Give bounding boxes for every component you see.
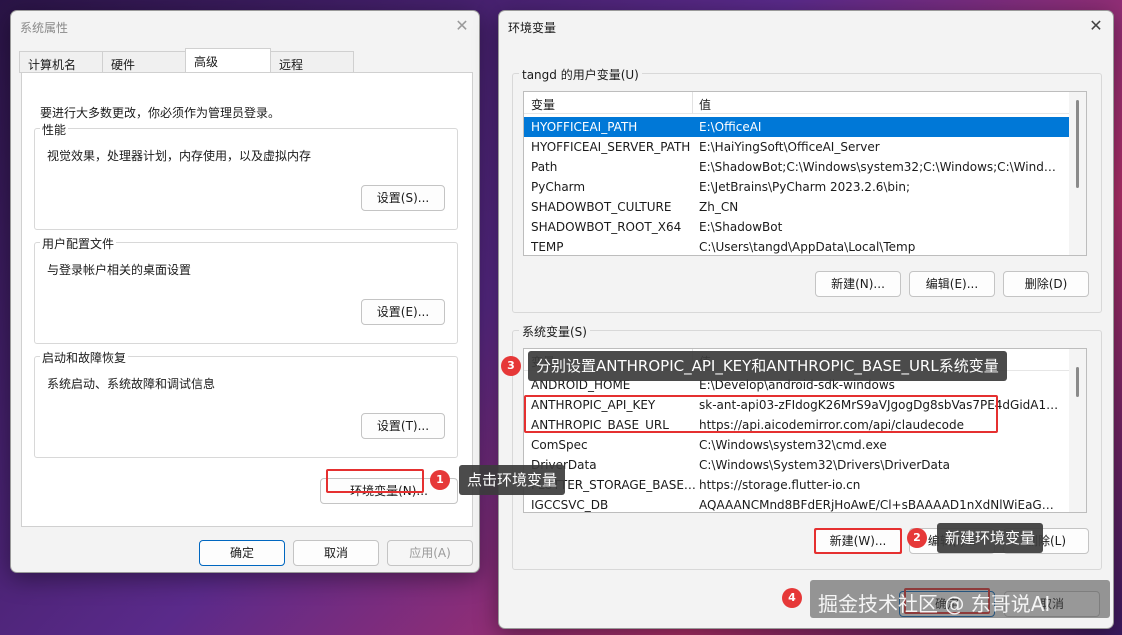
admin-notice: 要进行大多数更改，你必须作为管理员登录。 <box>40 106 281 120</box>
tab-hardware[interactable]: 硬件 <box>102 51 186 73</box>
table-row[interactable]: SHADOWBOT_CULTURE Zh_CN <box>524 197 1069 217</box>
column-variable[interactable]: 变量 <box>531 96 555 113</box>
title-bar: 环境变量 ✕ <box>499 11 1113 41</box>
column-value[interactable]: 值 <box>699 96 711 113</box>
variable-name: ANTHROPIC_BASE_URL <box>531 418 669 432</box>
user-profile-settings-button[interactable]: 设置(E)... <box>361 299 445 325</box>
variable-name: HYOFFICEAI_PATH <box>531 120 638 134</box>
table-row[interactable]: ANTHROPIC_API_KEY sk-ant-api03-zFIdogK26M… <box>524 395 1069 415</box>
variable-value: E:\ShadowBot;C:\Windows\system32;C:\Wind… <box>699 160 1061 174</box>
variable-value: https://api.aicodemirror.com/api/claudec… <box>699 418 965 432</box>
table-row[interactable]: FLUTTER_STORAGE_BASE_... https://storage.… <box>524 475 1069 495</box>
user-profile-desc: 与登录帐户相关的桌面设置 <box>47 263 192 277</box>
performance-desc: 视觉效果，处理器计划，内存使用，以及虚拟内存 <box>47 149 312 163</box>
table-row[interactable]: IGCCSVC_DB AQAAANCMnd8BFdERjHoAwE/Cl+sBAA… <box>524 495 1069 512</box>
variable-name: SHADOWBOT_ROOT_X64 <box>531 220 682 234</box>
table-row[interactable]: ANTHROPIC_BASE_URL https://api.aicodemirr… <box>524 415 1069 435</box>
user-new-button[interactable]: 新建(N)... <box>815 271 901 297</box>
dialog-title: 环境变量 <box>508 21 557 35</box>
apply-button[interactable]: 应用(A) <box>387 540 473 566</box>
variable-name: ANTHROPIC_API_KEY <box>531 398 656 412</box>
tab-computer-name[interactable]: 计算机名 <box>19 51 103 73</box>
performance-group: 性能 视觉效果，处理器计划，内存使用，以及虚拟内存 设置(S)... <box>34 121 458 230</box>
scrollbar[interactable] <box>1069 92 1086 255</box>
variable-value: E:\JetBrains\PyCharm 2023.2.6\bin; <box>699 180 911 194</box>
scrollbar[interactable] <box>1069 349 1086 512</box>
user-variable-rows: HYOFFICEAI_PATH E:\OfficeAI HYOFFICEAI_SER… <box>524 117 1069 255</box>
table-row[interactable]: HYOFFICEAI_PATH E:\OfficeAI <box>524 117 1069 137</box>
user-variables-group: tangd 的用户变量(U) 变量 值 HYOFFICEAI_PATH E:\Of… <box>512 66 1102 313</box>
variable-value: AQAAANCMnd8BFdERjHoAwE/Cl+sBAAAAD1nXdNlW… <box>699 498 1061 512</box>
step-1-callout: 点击环境变量 <box>459 465 566 495</box>
table-row[interactable]: DriverDataC:\Windows\System32\Drivers\Dr… <box>524 455 1069 475</box>
performance-label: 性能 <box>40 121 69 138</box>
ok-button[interactable]: 确定 <box>199 540 285 566</box>
tab-advanced[interactable]: 高级 <box>185 48 271 74</box>
step-2-badge: 2 <box>907 528 927 548</box>
variable-value: sk-ant-api03-zFIdogK26MrS9aVJgogDg8sbVas… <box>699 398 1061 412</box>
variable-name: Path <box>531 160 558 174</box>
table-row[interactable]: HYOFFICEAI_SERVER_PATH E:\HaiYingSoft\Off… <box>524 137 1069 157</box>
column-divider <box>692 92 693 114</box>
system-properties-dialog: 系统属性 ✕ 计算机名 硬件 高级 远程 要进行大多数更改，你必须作为管理员登录… <box>10 10 480 573</box>
table-row[interactable]: Path E:\ShadowBot;C:\Windows\system32;C:\… <box>524 157 1069 177</box>
step-2-callout: 新建环境变量 <box>937 523 1044 553</box>
table-row[interactable]: ComSpec C:\Windows\system32\cmd.exe <box>524 435 1069 455</box>
variable-value: https://storage.flutter-io.cn <box>699 478 861 492</box>
close-icon[interactable]: ✕ <box>1085 15 1107 37</box>
title-bar: 系统属性 ✕ <box>11 11 479 41</box>
variable-value: E:\OfficeAI <box>699 120 762 134</box>
startup-recovery-group: 启动和故障恢复 系统启动、系统故障和调试信息 设置(T)... <box>34 349 458 458</box>
user-edit-button[interactable]: 编辑(E)... <box>909 271 995 297</box>
advanced-tab-panel: 要进行大多数更改，你必须作为管理员登录。 性能 视觉效果，处理器计划，内存使用，… <box>21 72 473 527</box>
step-4-badge: 4 <box>782 588 802 608</box>
performance-settings-button[interactable]: 设置(S)... <box>361 185 445 211</box>
close-icon[interactable]: ✕ <box>451 15 473 37</box>
table-row[interactable]: SHADOWBOT_ROOT_X64 E:\ShadowBot <box>524 217 1069 237</box>
system-new-button[interactable]: 新建(W)... <box>815 528 901 554</box>
variable-value: C:\Windows\System32\Drivers\DriverData <box>699 458 950 472</box>
dialog-title: 系统属性 <box>20 21 69 35</box>
startup-recovery-settings-button[interactable]: 设置(T)... <box>361 413 445 439</box>
cancel-button[interactable]: 取消 <box>293 540 379 566</box>
variable-value: E:\ShadowBot <box>699 220 783 234</box>
scrollbar-thumb[interactable] <box>1076 100 1079 188</box>
user-profile-label: 用户配置文件 <box>40 235 117 252</box>
variable-name: PyCharm <box>531 180 586 194</box>
tab-remote[interactable]: 远程 <box>270 51 354 73</box>
watermark: 掘金技术社区 @ 东哥说AI <box>818 592 1051 616</box>
step-1-badge: 1 <box>430 470 450 490</box>
table-row[interactable]: PyCharm E:\JetBrains\PyCharm 2023.2.6\bin… <box>524 177 1069 197</box>
variable-name: SHADOWBOT_CULTURE <box>531 200 672 214</box>
variable-name: TEMP <box>531 240 564 254</box>
step-3-badge: 3 <box>501 356 521 376</box>
variable-name: ComSpec <box>531 438 588 452</box>
variable-value: E:\HaiYingSoft\OfficeAI_Server <box>699 140 880 154</box>
variable-name: IGCCSVC_DB <box>531 498 609 512</box>
variable-value: C:\Users\tangd\AppData\Local\Temp <box>699 240 916 254</box>
user-delete-button[interactable]: 删除(D) <box>1003 271 1089 297</box>
scrollbar-thumb[interactable] <box>1076 367 1079 397</box>
user-variables-list[interactable]: 变量 值 HYOFFICEAI_PATH E:\OfficeAI HYOFFICEA… <box>523 91 1087 256</box>
variable-value: C:\Windows\system32\cmd.exe <box>699 438 887 452</box>
system-variables-label: 系统变量(S) <box>519 323 590 340</box>
list-header: 变量 值 <box>524 92 1069 114</box>
variable-value: Zh_CN <box>699 200 739 214</box>
user-variables-label: tangd 的用户变量(U) <box>519 66 642 83</box>
startup-recovery-label: 启动和故障恢复 <box>40 349 129 366</box>
startup-recovery-desc: 系统启动、系统故障和调试信息 <box>47 377 216 391</box>
variable-name: HYOFFICEAI_SERVER_PATH <box>531 140 691 154</box>
step-3-callout: 分别设置ANTHROPIC_API_KEY和ANTHROPIC_BASE_URL… <box>528 351 1007 381</box>
user-profile-group: 用户配置文件 与登录帐户相关的桌面设置 设置(E)... <box>34 235 458 344</box>
system-variable-rows: ANDROID_HOME E:\Develop\android-sdk-windo… <box>524 375 1069 512</box>
tab-strip: 计算机名 硬件 高级 远程 <box>19 48 473 74</box>
table-row[interactable]: TEMP C:\Users\tangd\AppData\Local\Temp <box>524 237 1069 255</box>
